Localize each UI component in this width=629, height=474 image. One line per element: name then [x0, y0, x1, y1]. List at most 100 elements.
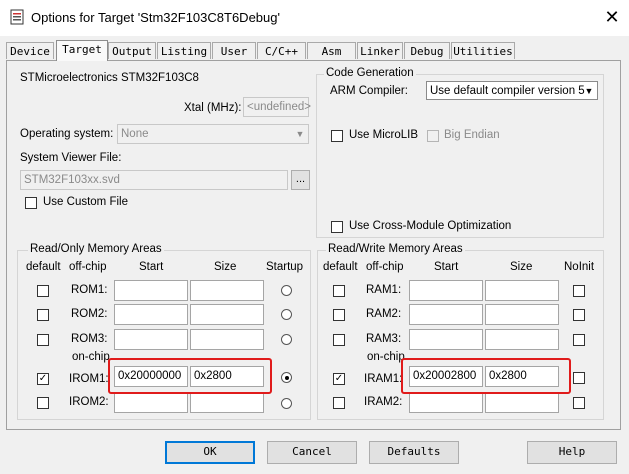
rom1-startup-radio[interactable]: [281, 285, 292, 296]
rom1-size-input[interactable]: [190, 280, 264, 301]
iram2-label: IRAM2:: [364, 396, 403, 408]
tab-user[interactable]: User: [212, 42, 256, 59]
compiler-value: Use default compiler version 5: [430, 85, 585, 97]
rom2-label: ROM2:: [71, 308, 108, 320]
code-generation-title: Code Generation: [324, 67, 416, 79]
rom3-startup-radio[interactable]: [281, 334, 292, 345]
rom-header-startup: Startup: [266, 261, 304, 273]
xtal-field[interactable]: <undefined>: [243, 97, 311, 117]
rom-header-default: default: [26, 261, 61, 273]
tab-debug[interactable]: Debug: [404, 42, 450, 59]
tab-utilities[interactable]: Utilities: [451, 42, 515, 59]
ram-header-size: Size: [510, 261, 533, 273]
compiler-select[interactable]: Use default compiler version 5 ▼: [426, 81, 598, 100]
ram1-default-checkbox[interactable]: [333, 285, 345, 297]
rom-header-start: Start: [139, 261, 164, 273]
big-endian-label: Big Endian: [444, 129, 500, 141]
iram1-noinit-checkbox[interactable]: [573, 372, 585, 384]
custom-file-label: Use Custom File: [43, 196, 128, 208]
ram1-label: RAM1:: [366, 284, 402, 296]
ram-header-offchip: off-chip: [366, 261, 404, 273]
ram2-default-checkbox[interactable]: [333, 309, 345, 321]
highlight-box-rom: [108, 358, 272, 394]
tab-listing[interactable]: Listing: [157, 42, 211, 59]
ram1-start-input[interactable]: [409, 280, 483, 301]
svd-label: System Viewer File:: [20, 152, 122, 164]
iram2-size-input[interactable]: [485, 392, 559, 413]
compiler-label: ARM Compiler:: [330, 85, 408, 97]
irom2-size-input[interactable]: [190, 392, 264, 413]
close-icon[interactable]: ✕: [600, 5, 624, 29]
tab-c-cpp[interactable]: C/C++: [257, 42, 306, 59]
rom2-start-input[interactable]: [114, 304, 188, 325]
rom1-default-checkbox[interactable]: [37, 285, 49, 297]
svd-field[interactable]: STM32F103xx.svd: [20, 170, 288, 190]
defaults-button[interactable]: Defaults: [369, 441, 459, 464]
rom3-default-checkbox[interactable]: [37, 334, 49, 346]
ram-header-default: default: [323, 261, 358, 273]
ram3-start-input[interactable]: [409, 329, 483, 350]
cross-module-checkbox[interactable]: [331, 221, 343, 233]
highlight-box-ram: [401, 358, 571, 394]
rom-onchip-label: on-chip: [72, 351, 110, 363]
chevron-down-icon: ▼: [584, 86, 594, 96]
microlib-label: Use MicroLIB: [349, 129, 419, 141]
window-title: Options for Target 'Stm32F103C8T6Debug': [31, 10, 280, 25]
custom-file-checkbox[interactable]: [25, 197, 37, 209]
app-icon: [10, 9, 24, 25]
tab-output[interactable]: Output: [108, 42, 156, 59]
cancel-button[interactable]: Cancel: [267, 441, 357, 464]
ram3-default-checkbox[interactable]: [333, 334, 345, 346]
ram2-start-input[interactable]: [409, 304, 483, 325]
help-button[interactable]: Help: [527, 441, 617, 464]
ram-header-noinit: NoInit: [564, 261, 595, 273]
rom3-label: ROM3:: [71, 333, 108, 345]
cross-module-label: Use Cross-Module Optimization: [349, 220, 512, 232]
ram-group-title: Read/Write Memory Areas: [326, 243, 465, 255]
irom2-startup-radio[interactable]: [281, 398, 292, 409]
irom1-startup-radio[interactable]: [281, 372, 292, 383]
big-endian-checkbox[interactable]: [427, 130, 439, 142]
iram2-noinit-checkbox[interactable]: [573, 397, 585, 409]
ram-header-start: Start: [434, 261, 459, 273]
ok-button[interactable]: OK: [165, 441, 255, 464]
rom1-label: ROM1:: [71, 284, 108, 296]
iram1-default-checkbox[interactable]: ✓: [333, 373, 345, 385]
ram-onchip-label: on-chip: [367, 351, 405, 363]
tab-asm[interactable]: Asm: [307, 42, 356, 59]
rom2-startup-radio[interactable]: [281, 309, 292, 320]
ram1-noinit-checkbox[interactable]: [573, 285, 585, 297]
xtal-label: Xtal (MHz):: [184, 102, 242, 114]
rom-group-title: Read/Only Memory Areas: [28, 243, 164, 255]
rom2-size-input[interactable]: [190, 304, 264, 325]
iram1-label: IRAM1:: [364, 373, 403, 385]
tab-target[interactable]: Target: [56, 40, 108, 61]
irom1-label: IROM1:: [69, 373, 109, 385]
ram1-size-input[interactable]: [485, 280, 559, 301]
irom2-label: IROM2:: [69, 396, 109, 408]
irom1-default-checkbox[interactable]: ✓: [37, 373, 49, 385]
ram2-noinit-checkbox[interactable]: [573, 309, 585, 321]
iram2-start-input[interactable]: [409, 392, 483, 413]
tab-device[interactable]: Device: [6, 42, 54, 59]
ram2-label: RAM2:: [366, 308, 402, 320]
rom3-start-input[interactable]: [114, 329, 188, 350]
rom3-size-input[interactable]: [190, 329, 264, 350]
tab-linker[interactable]: Linker: [357, 42, 403, 59]
os-select[interactable]: None ▼: [117, 124, 309, 144]
ram3-size-input[interactable]: [485, 329, 559, 350]
rom2-default-checkbox[interactable]: [37, 309, 49, 321]
ram3-noinit-checkbox[interactable]: [573, 334, 585, 346]
rom-header-size: Size: [214, 261, 237, 273]
iram2-default-checkbox[interactable]: [333, 397, 345, 409]
ram2-size-input[interactable]: [485, 304, 559, 325]
browse-button[interactable]: ...: [291, 170, 310, 190]
microlib-checkbox[interactable]: [331, 130, 343, 142]
irom2-default-checkbox[interactable]: [37, 397, 49, 409]
ram3-label: RAM3:: [366, 333, 402, 345]
os-label: Operating system:: [20, 128, 114, 140]
rom-header-offchip: off-chip: [69, 261, 107, 273]
irom2-start-input[interactable]: [114, 392, 188, 413]
device-name: STMicroelectronics STM32F103C8: [20, 72, 199, 84]
rom1-start-input[interactable]: [114, 280, 188, 301]
